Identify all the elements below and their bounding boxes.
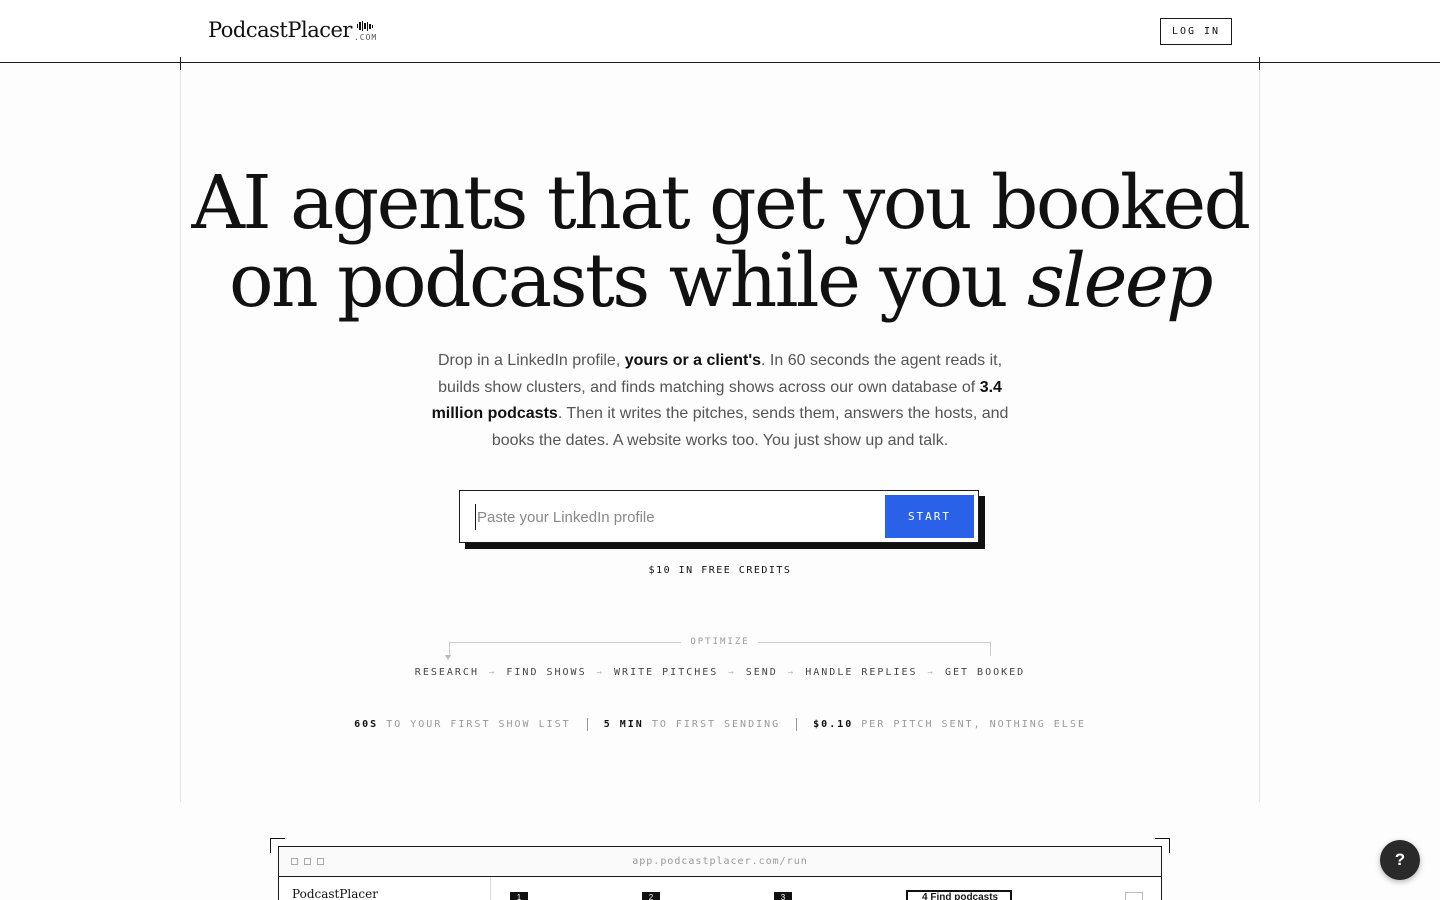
logo-domain-suffix: .COM xyxy=(353,33,378,42)
hero-title-emphasis: sleep xyxy=(1026,238,1214,324)
pipeline-steps: RESEARCH → FIND SHOWS → WRITE PITCHES → … xyxy=(0,667,1440,678)
linkedin-url-input[interactable] xyxy=(475,504,875,530)
stat-first-sending: 5 MIN TO FIRST SENDING xyxy=(604,719,780,730)
frame-tick-right xyxy=(1259,57,1260,70)
step-send: SEND xyxy=(745,667,778,678)
step-research: RESEARCH xyxy=(414,667,479,678)
hero-sub-text: Drop in a LinkedIn profile, xyxy=(437,352,625,369)
preview-control xyxy=(1125,892,1143,900)
preview-find-podcasts-step: 4 Find podcasts xyxy=(906,890,1012,900)
help-button[interactable]: ? xyxy=(1380,840,1420,880)
arrow-right-icon: → xyxy=(488,667,497,678)
arrow-right-icon: → xyxy=(787,667,796,678)
hero-sub-text: . Then it writes the pitches, sends them… xyxy=(491,405,1009,449)
stat-label: TO YOUR FIRST SHOW LIST xyxy=(378,719,571,730)
stat-value: 5 MIN xyxy=(603,719,644,730)
start-button[interactable]: START xyxy=(885,495,974,538)
loop-arrow-icon xyxy=(445,655,451,660)
hero-title: AI agents that get you booked on podcast… xyxy=(0,164,1440,320)
stats-row: 60S TO YOUR FIRST SHOW LIST 5 MIN TO FIR… xyxy=(0,718,1440,731)
hero-subtitle: Drop in a LinkedIn profile, yours or a c… xyxy=(430,348,1010,454)
stat-show-list: 60S TO YOUR FIRST SHOW LIST xyxy=(354,719,571,730)
soundwave-icon: .COM xyxy=(354,18,384,42)
frame-tick-left xyxy=(180,57,181,70)
stat-label: TO FIRST SENDING xyxy=(643,719,781,730)
hero-title-line2: on podcasts while you xyxy=(228,238,1027,324)
stat-divider xyxy=(796,718,798,731)
preview-step-badge: 2 xyxy=(642,892,660,900)
step-handle-replies: HANDLE REPLIES xyxy=(805,667,918,678)
free-credits-note: $10 IN FREE CREDITS xyxy=(648,565,792,576)
stat-value: 60S xyxy=(354,719,379,730)
linkedin-form: START xyxy=(459,490,979,543)
logo-wordmark: PodcastPlacer xyxy=(208,18,352,42)
step-write-pitches: WRITE PITCHES xyxy=(614,667,719,678)
step-get-booked: GET BOOKED xyxy=(944,667,1026,678)
stat-value: $0.10 xyxy=(813,719,854,730)
step-find-shows: FIND SHOWS xyxy=(506,667,587,678)
logo[interactable]: PodcastPlacer .COM xyxy=(208,18,384,42)
arrow-right-icon: → xyxy=(927,667,935,678)
stat-label: PER PITCH SENT, NOTHING ELSE xyxy=(853,719,1086,730)
preview-step-badge: 1 xyxy=(510,892,528,900)
stat-divider xyxy=(586,718,588,731)
preview-sidebar: PodcastPlacer xyxy=(279,877,491,900)
preview-step-badge: 3 xyxy=(774,892,792,900)
preview-url: app.podcastplacer.com/run xyxy=(632,856,808,867)
arrow-right-icon: → xyxy=(596,667,605,678)
preview-logo: PodcastPlacer xyxy=(292,887,378,900)
arrow-right-icon: → xyxy=(728,667,736,678)
hero-title-line1: AI agents that get you booked xyxy=(191,160,1251,246)
login-button[interactable]: LOG IN xyxy=(1160,18,1232,45)
stat-pitch-price: $0.10 PER PITCH SENT, NOTHING ELSE xyxy=(813,719,1086,730)
app-preview-window: app.podcastplacer.com/run PodcastPlacer … xyxy=(278,846,1162,900)
hero-sub-bold: yours or a client's xyxy=(624,352,762,369)
site-header: PodcastPlacer .COM LOG IN xyxy=(0,0,1440,63)
optimize-label: OPTIMIZE xyxy=(690,637,750,647)
preview-titlebar: app.podcastplacer.com/run xyxy=(279,847,1161,877)
